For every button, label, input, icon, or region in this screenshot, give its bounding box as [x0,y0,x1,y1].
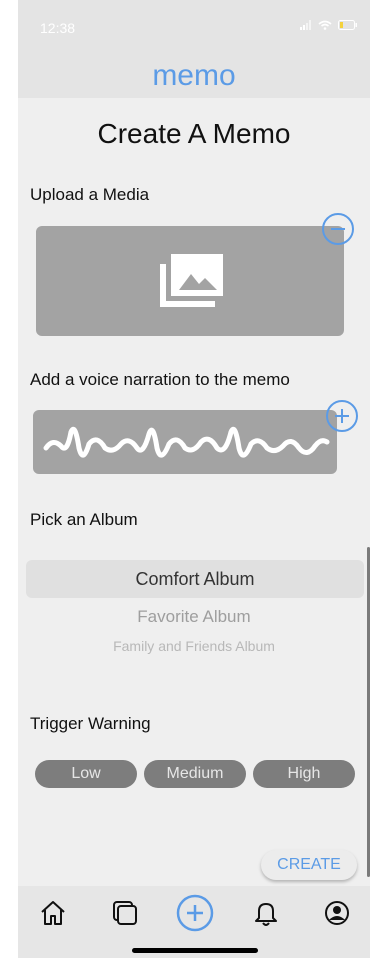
app-screen: 12:38 memo Create A Memo Upload a Media … [18,0,370,958]
trigger-high-button[interactable]: High [253,760,355,788]
add-voice-button[interactable] [326,400,358,432]
album-option[interactable]: Favorite Album [18,607,370,627]
create-button[interactable]: CREATE [261,850,357,880]
tab-bar [18,886,370,958]
media-upload-area[interactable] [36,226,344,336]
trigger-warning-label: Trigger Warning [30,714,151,733]
app-header: memo [18,58,370,98]
photo-library-icon [160,254,223,307]
memos-icon[interactable] [108,896,142,930]
album-option[interactable]: Family and Friends Album [18,638,370,654]
battery-icon [338,20,357,30]
home-icon[interactable] [36,896,70,930]
waveform-icon [43,426,330,458]
create-icon[interactable] [175,893,215,933]
trigger-low-button[interactable]: Low [35,760,137,788]
status-time: 12:38 [40,20,76,36]
upload-media-label: Upload a Media [30,185,150,204]
signal-icon [300,20,311,30]
notifications-icon[interactable] [249,896,283,930]
status-bar: 12:38 [18,0,370,58]
plus-circle-icon [335,409,349,423]
wifi-icon [318,20,332,30]
profile-icon[interactable] [320,896,354,930]
album-option-selected[interactable]: Comfort Album [26,560,364,598]
app-title: memo [152,59,236,92]
page-title: Create A Memo [97,118,291,149]
voice-narration-label: Add a voice narration to the memo [30,370,290,389]
album-picker[interactable]: Comfort Album Favorite Album Family and … [18,558,370,658]
minus-circle-icon [331,228,345,230]
remove-media-button[interactable] [322,213,354,245]
pick-album-label: Pick an Album [30,510,138,529]
trigger-medium-button[interactable]: Medium [144,760,246,788]
home-indicator [132,948,258,953]
status-icons [300,20,358,30]
voice-narration-area[interactable] [33,410,337,474]
